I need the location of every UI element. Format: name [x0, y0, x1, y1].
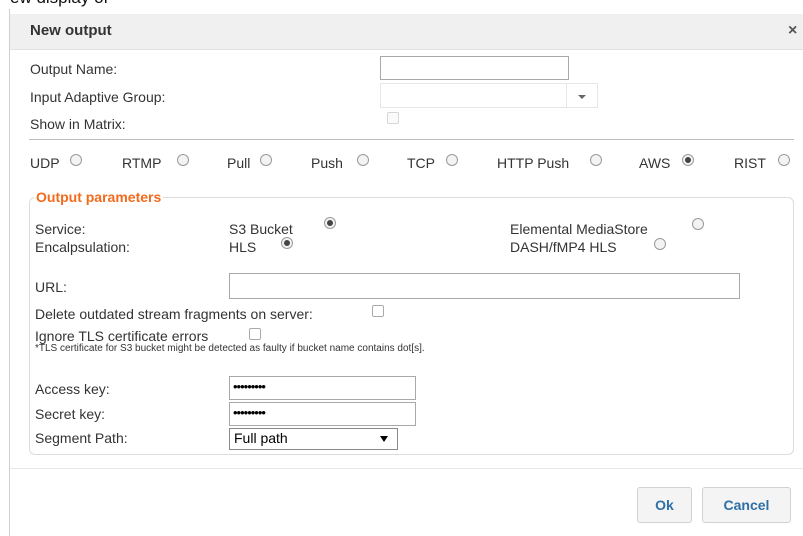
service-radio-s3[interactable]	[324, 217, 336, 229]
protocol-label-aws: AWS	[639, 155, 671, 171]
encapsulation-radio-dash[interactable]	[654, 238, 666, 250]
service-option-mediastore-label: Elemental MediaStore	[510, 221, 648, 237]
dialog-title: New output	[30, 22, 112, 39]
protocol-label-tcp: TCP	[407, 155, 435, 171]
url-input[interactable]	[229, 273, 740, 299]
access-key-label: Access key:	[35, 381, 110, 397]
delete-fragments-checkbox[interactable]	[372, 305, 384, 317]
background-page-text: ew display of	[10, 0, 108, 8]
divider	[29, 139, 794, 140]
triangle-down-icon	[380, 436, 388, 442]
input-adaptive-group-select[interactable]	[380, 83, 598, 108]
output-name-label: Output Name:	[30, 61, 118, 77]
dialog-titlebar	[10, 14, 803, 50]
protocol-label-push: Push	[311, 155, 343, 171]
ignore-tls-label: Ignore TLS certificate errors	[35, 328, 209, 344]
protocol-label-rist: RIST	[734, 155, 766, 171]
url-label: URL:	[35, 279, 67, 295]
encapsulation-radio-hls[interactable]	[281, 237, 293, 249]
protocol-radio-http-push[interactable]	[590, 154, 602, 166]
delete-fragments-label: Delete outdated stream fragments on serv…	[35, 306, 313, 322]
show-in-matrix-label: Show in Matrix:	[30, 116, 126, 132]
service-radio-mediastore[interactable]	[692, 218, 704, 230]
protocol-label-http-push: HTTP Push	[497, 155, 570, 171]
access-key-input[interactable]: •••••••••	[229, 376, 416, 400]
protocol-radio-push[interactable]	[357, 154, 369, 166]
protocol-radio-rtmp[interactable]	[177, 154, 189, 166]
footer-divider	[10, 468, 803, 469]
protocol-radio-rist[interactable]	[778, 154, 790, 166]
segment-path-label: Segment Path:	[35, 430, 128, 446]
segment-path-select[interactable]: Full path	[229, 428, 398, 450]
background-page-strip: ew display of	[0, 0, 803, 9]
protocol-radio-tcp[interactable]	[446, 154, 458, 166]
input-adaptive-group-label: Input Adaptive Group:	[30, 89, 166, 105]
service-label: Service:	[35, 221, 86, 237]
protocol-radio-pull[interactable]	[260, 154, 272, 166]
encapsulation-option-dash-label: DASH/fMP4 HLS	[510, 239, 617, 255]
segment-path-value: Full path	[234, 430, 288, 446]
ignore-tls-checkbox[interactable]	[249, 328, 261, 340]
protocol-radio-aws[interactable]	[682, 154, 694, 166]
ok-button[interactable]: Ok	[637, 487, 692, 523]
output-parameters-legend: Output parameters	[34, 189, 164, 205]
tls-note: *TLS certificate for S3 bucket might be …	[35, 343, 425, 354]
chevron-down-icon	[566, 84, 597, 107]
encapsulation-label: Encalpsulation:	[35, 239, 130, 255]
service-option-s3-label: S3 Bucket	[229, 221, 293, 237]
close-icon[interactable]: ×	[788, 22, 797, 40]
protocol-label-rtmp: RTMP	[122, 155, 162, 171]
protocol-radio-udp[interactable]	[70, 154, 82, 166]
secret-key-input[interactable]: •••••••••	[229, 402, 416, 426]
protocol-label-pull: Pull	[227, 155, 251, 171]
secret-key-label: Secret key:	[35, 406, 106, 422]
cancel-button[interactable]: Cancel	[702, 487, 791, 523]
show-in-matrix-checkbox[interactable]	[387, 112, 399, 124]
protocol-label-udp: UDP	[30, 155, 60, 171]
output-name-input[interactable]	[380, 56, 569, 80]
encapsulation-option-hls-label: HLS	[229, 239, 257, 255]
